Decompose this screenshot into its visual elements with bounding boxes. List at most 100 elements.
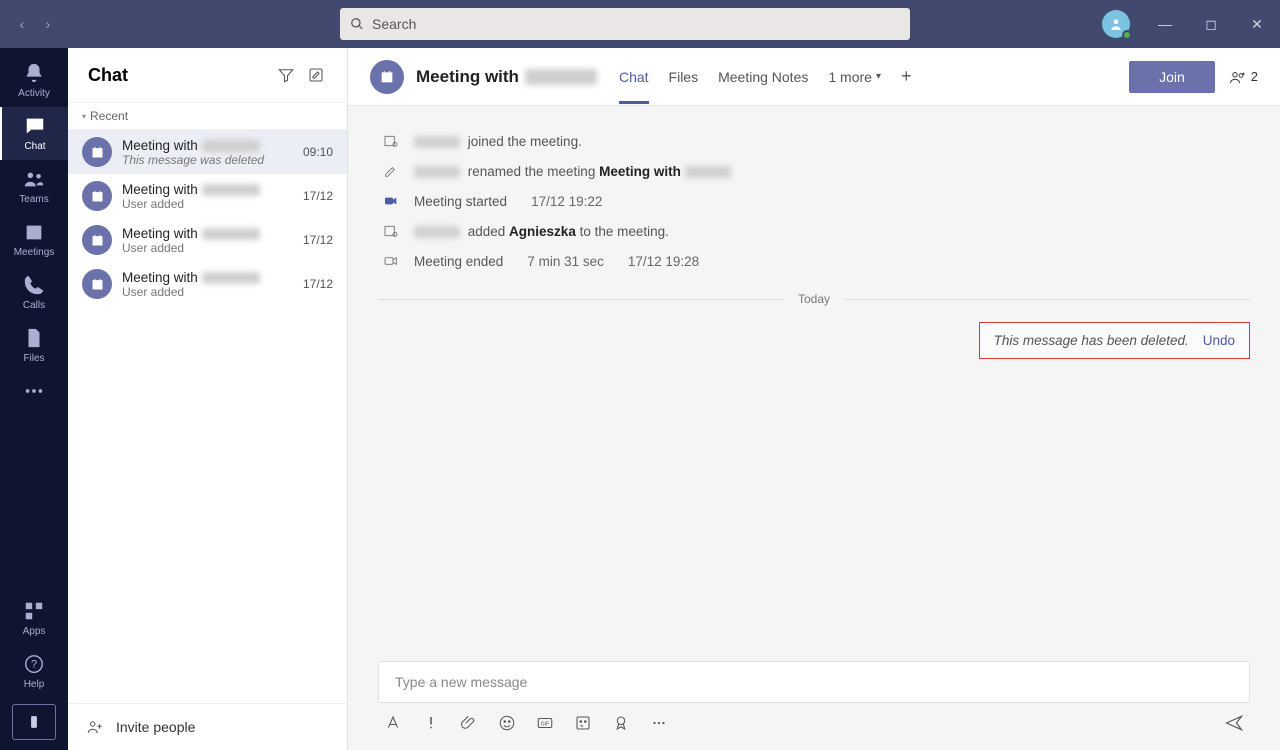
chat-row[interactable]: Meeting with User added 17/12 [68, 218, 347, 262]
rail-apps[interactable]: Apps [12, 592, 56, 645]
meeting-avatar-icon [82, 269, 112, 299]
rail-label: Chat [24, 141, 45, 152]
search-placeholder: Search [372, 16, 416, 32]
app-rail: Activity Chat Teams Meetings Calls Files [0, 48, 68, 750]
rail-label: Help [24, 679, 45, 690]
chat-time: 17/12 [303, 189, 333, 203]
tab-files[interactable]: Files [669, 69, 699, 85]
pencil-icon [382, 162, 400, 180]
filter-button[interactable] [273, 62, 299, 88]
tab-more[interactable]: 1 more▾ [828, 69, 881, 85]
exclamation-icon [422, 714, 440, 732]
add-tab-button[interactable]: + [901, 66, 912, 87]
file-icon [23, 327, 45, 349]
paperclip-icon [460, 714, 478, 732]
section-recent[interactable]: Recent [68, 103, 347, 130]
gif-button[interactable]: GIF [536, 714, 554, 737]
format-button[interactable] [384, 714, 402, 737]
window-close[interactable]: ✕ [1234, 0, 1280, 48]
window-maximize[interactable]: ◻ [1188, 0, 1234, 48]
avatar-user-icon [1109, 17, 1123, 31]
rail-calls[interactable]: Calls [0, 266, 68, 319]
chat-list-panel: Chat Recent Meeting with This message wa… [68, 48, 348, 750]
chat-time: 17/12 [303, 233, 333, 247]
system-event-added: added Agnieszka to the meeting. [378, 216, 1250, 246]
search-icon [350, 17, 364, 31]
calendar-icon [23, 221, 45, 243]
deleted-text: This message has been deleted. [994, 333, 1189, 348]
chat-title: Meeting with [122, 270, 293, 285]
message-list: joined the meeting. renamed the meeting … [348, 106, 1280, 661]
undo-link[interactable]: Undo [1203, 333, 1235, 348]
presence-available-icon [1122, 30, 1132, 40]
rail-chat[interactable]: Chat [0, 107, 68, 160]
system-event-joined: joined the meeting. [378, 126, 1250, 156]
conversation-title: Meeting with [416, 67, 597, 87]
rail-label: Teams [19, 194, 48, 205]
tab-chat[interactable]: Chat [619, 69, 649, 104]
invite-people[interactable]: Invite people [68, 703, 347, 750]
chat-subtitle: User added [122, 285, 293, 299]
rail-label: Meetings [14, 247, 55, 258]
rail-help[interactable]: ? Help [12, 645, 56, 698]
tab-meeting-notes[interactable]: Meeting Notes [718, 69, 808, 85]
chat-icon [24, 115, 46, 137]
rail-files[interactable]: Files [0, 319, 68, 372]
device-icon [27, 712, 41, 732]
chat-row[interactable]: Meeting with User added 17/12 [68, 262, 347, 306]
window-minimize[interactable]: — [1142, 0, 1188, 48]
meeting-avatar-icon [82, 181, 112, 211]
svg-text:?: ? [31, 659, 37, 671]
message-input[interactable]: Type a new message [378, 661, 1250, 703]
profile-avatar[interactable] [1102, 10, 1130, 38]
rail-activity[interactable]: Activity [0, 54, 68, 107]
participants-button[interactable]: 2 [1229, 68, 1258, 86]
system-event-renamed: renamed the meeting Meeting with [378, 156, 1250, 186]
new-chat-button[interactable] [303, 62, 329, 88]
praise-button[interactable] [612, 714, 630, 737]
attach-button[interactable] [460, 714, 478, 737]
chat-row[interactable]: Meeting with User added 17/12 [68, 174, 347, 218]
emoji-button[interactable] [498, 714, 516, 737]
titlebar: ‹ › Search — ◻ ✕ [0, 0, 1280, 48]
emoji-icon [498, 714, 516, 732]
send-icon [1224, 713, 1244, 733]
calendar-user-icon [382, 132, 400, 150]
phone-icon [23, 274, 45, 296]
system-event-started: Meeting started17/12 19:22 [378, 186, 1250, 216]
rail-meetings[interactable]: Meetings [0, 213, 68, 266]
meeting-avatar-icon [82, 137, 112, 167]
send-button[interactable] [1224, 713, 1244, 738]
chat-time: 09:10 [303, 145, 333, 159]
sticker-button[interactable] [574, 714, 592, 737]
search-input[interactable]: Search [340, 8, 910, 40]
join-button[interactable]: Join [1129, 61, 1215, 93]
nav-forward[interactable]: › [38, 14, 58, 34]
chat-title: Meeting with [122, 138, 293, 153]
video-icon [382, 192, 400, 210]
people-add-icon [1229, 68, 1247, 86]
chat-time: 17/12 [303, 277, 333, 291]
rail-device[interactable] [12, 704, 56, 740]
conversation-panel: Meeting with Chat Files Meeting Notes 1 … [348, 48, 1280, 750]
system-event-ended: Meeting ended7 min 31 sec17/12 19:28 [378, 246, 1250, 276]
format-icon [384, 714, 402, 732]
chat-title: Meeting with [122, 226, 293, 241]
date-divider: Today [378, 292, 1250, 306]
rail-label: Files [23, 353, 44, 364]
filter-icon [277, 66, 295, 84]
nav-back[interactable]: ‹ [12, 14, 32, 34]
chat-row[interactable]: Meeting with This message was deleted 09… [68, 130, 347, 174]
more-icon [23, 380, 45, 402]
priority-button[interactable] [422, 714, 440, 737]
rail-teams[interactable]: Teams [0, 160, 68, 213]
chevron-down-icon: ▾ [876, 71, 881, 82]
rail-more[interactable] [0, 372, 68, 410]
more-tools-button[interactable] [650, 714, 668, 737]
meeting-avatar-icon [82, 225, 112, 255]
rail-label: Calls [23, 300, 45, 311]
meeting-avatar-icon [370, 60, 404, 94]
bell-icon [23, 62, 45, 84]
conversation-header: Meeting with Chat Files Meeting Notes 1 … [348, 48, 1280, 106]
help-icon: ? [23, 653, 45, 675]
